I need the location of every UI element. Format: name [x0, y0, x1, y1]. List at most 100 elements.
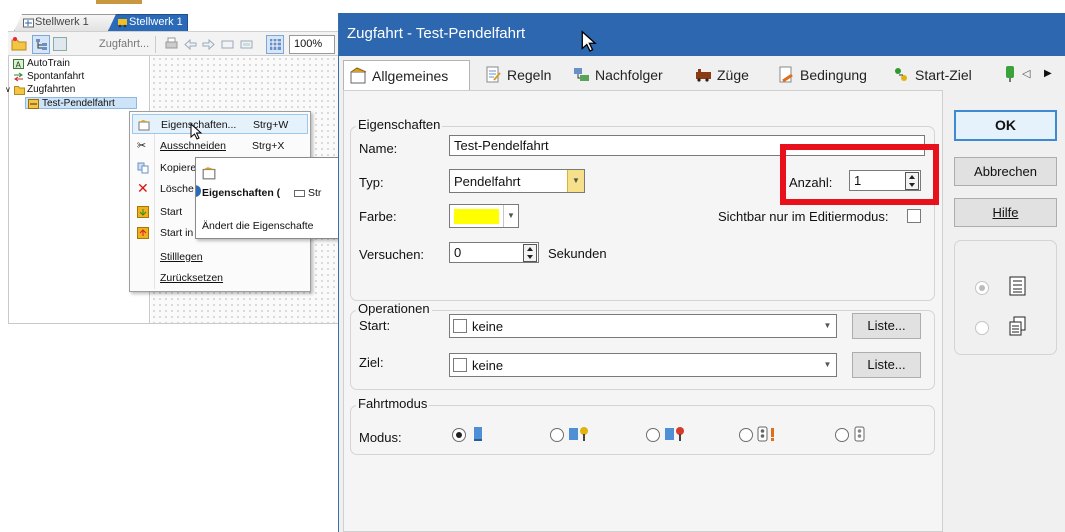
farbe-picker[interactable]: ▼ [449, 204, 519, 228]
start-operation-value: keine [472, 319, 504, 334]
tab-allgemeines[interactable]: Allgemeines [343, 60, 470, 92]
tab-scroll-right-icon[interactable]: ▶ [1044, 68, 1052, 79]
signal-icon [1006, 66, 1014, 82]
menu-item-label: Start [160, 206, 183, 218]
menu-item-shortcut: Strg+W [253, 119, 289, 131]
expand-chevron-icon[interactable]: ∨ [5, 84, 11, 96]
tooltip-shortcut: Str [308, 187, 322, 199]
rules-icon [486, 66, 501, 83]
sichtbar-checkbox[interactable] [907, 209, 921, 223]
start-operation-select[interactable]: keine ▼ [449, 314, 837, 338]
group-title: Eigenschaften [356, 117, 443, 132]
ok-button[interactable]: OK [954, 110, 1057, 141]
tab-label: Start-Ziel [915, 67, 972, 83]
tab-label: Nachfolger [595, 67, 663, 83]
tab-regeln[interactable]: Regeln [485, 62, 560, 90]
signal-mode-icon [569, 427, 588, 441]
grid-icon [270, 39, 281, 50]
grid-toggle[interactable] [266, 35, 284, 54]
ziel-operation-select[interactable]: keine ▼ [449, 353, 837, 377]
start-liste-button[interactable]: Liste... [852, 313, 921, 339]
properties-icon [138, 120, 150, 131]
start-operation-checkbox[interactable] [453, 319, 467, 333]
window-icon[interactable] [239, 37, 254, 52]
menu-item-label: Kopiere [160, 162, 197, 174]
start-label: Start: [359, 318, 391, 333]
typ-select[interactable]: Pendelfahrt ▼ [449, 169, 585, 193]
menu-item-label: Zurücksetzen [160, 272, 224, 284]
successor-icon [574, 68, 589, 81]
modus-option-4-radio[interactable] [739, 428, 753, 442]
tab-bedingung[interactable]: Bedingung [778, 62, 878, 90]
open-folder-icon[interactable] [11, 36, 27, 52]
versuchen-spinner[interactable] [523, 244, 537, 262]
copy-view-icon [1009, 316, 1026, 336]
dialog-titlebar[interactable]: Zugfahrt - Test-Pendelfahrt [339, 13, 1065, 56]
scissors-icon: ✂ [137, 140, 147, 152]
start-icon [137, 206, 149, 218]
modus-option-1-radio[interactable] [452, 428, 466, 442]
menu-item-ausschneiden[interactable]: ✂ Ausschneiden Strg+X [132, 136, 308, 156]
modus-option-3-radio[interactable] [646, 428, 660, 442]
ziel-label: Ziel: [359, 355, 384, 370]
tab-label: Züge [717, 67, 749, 83]
tree-item-label: AutoTrain [27, 58, 70, 69]
chevron-down-icon: ▼ [823, 360, 832, 369]
ziel-operation-checkbox[interactable] [453, 358, 467, 372]
folder-icon [14, 86, 25, 95]
color-swatch [454, 209, 499, 224]
frame-icon[interactable] [220, 37, 235, 52]
window-accent-strip [96, 0, 142, 4]
tree-item-test-pendelfahrt[interactable]: Test-Pendelfahrt [25, 97, 137, 109]
ziel-liste-button[interactable]: Liste... [852, 352, 921, 378]
tooltip-title: Eigenschaften ( [202, 187, 281, 199]
condition-icon [779, 66, 793, 83]
tab-zuege[interactable]: Züge [695, 62, 765, 90]
dialog-tab-strip: Allgemeines Regeln Nachfolger Züge Bedin… [339, 56, 1065, 92]
tree-item-label: Spontanfahrt [27, 71, 85, 82]
tab-start-ziel[interactable]: Start-Ziel [893, 62, 993, 90]
chevron-down-icon: ▼ [503, 205, 518, 227]
tab-nachfolger[interactable]: Nachfolger [573, 62, 683, 90]
view-detail-radio[interactable] [975, 321, 989, 335]
highlight-box [780, 144, 939, 205]
menu-item-label: Stilllegen [160, 251, 203, 263]
tab-label: Stellwerk 1 [129, 16, 183, 28]
menu-item-label: Ausschneiden [160, 140, 226, 152]
pendelfahrt-icon [28, 99, 39, 109]
print-icon[interactable] [164, 37, 179, 52]
modus-option-5-radio[interactable] [835, 428, 849, 442]
abbrechen-button[interactable]: Abbrechen [954, 157, 1057, 186]
arrow-right-icon[interactable] [201, 37, 216, 52]
view-list-radio[interactable] [975, 281, 989, 295]
menu-item-eigenschaften[interactable]: Eigenschaften... Strg+W [132, 114, 308, 134]
stellwerk-icon [23, 18, 34, 28]
trains-icon [696, 69, 711, 82]
tab-stellwerk-1-active[interactable]: Stellwerk 1 [108, 14, 188, 31]
dialog-title: Zugfahrt - Test-Pendelfahrt [347, 25, 526, 42]
toolbar-zugfahrt-label[interactable]: Zugfahrt... [99, 38, 149, 50]
panel-bottom-border [8, 323, 338, 324]
menu-item-shortcut: Strg+X [252, 140, 285, 152]
tree-view-toggle[interactable] [32, 35, 50, 54]
properties-panel-icon[interactable] [53, 37, 67, 51]
hilfe-button[interactable]: Hilfe [954, 198, 1057, 227]
tab-scroll-left-icon[interactable]: ◁ [1022, 67, 1030, 80]
manual-mode-icon [474, 427, 482, 441]
train-icon [118, 19, 127, 28]
svg-text:A: A [16, 61, 22, 70]
menu-item-stilllegen[interactable]: Stilllegen [132, 247, 308, 267]
versuchen-input[interactable]: 0 [449, 242, 539, 263]
tab-label: Allgemeines [372, 68, 449, 84]
stop-signal-mode-icon [665, 427, 684, 441]
start-target-icon [895, 68, 907, 81]
menu-item-zuruecksetzen[interactable]: Zurücksetzen [132, 268, 308, 288]
chevron-down-icon: ▼ [823, 321, 832, 330]
zoom-field[interactable]: 100% [289, 35, 335, 54]
copy-icon [137, 162, 149, 174]
modus-option-2-radio[interactable] [550, 428, 564, 442]
arrow-left-icon[interactable] [183, 37, 198, 52]
group-title: Fahrtmodus [356, 396, 430, 411]
ziel-operation-value: keine [472, 358, 504, 373]
tooltip-description: Ändert die Eigenschafte [202, 220, 314, 232]
